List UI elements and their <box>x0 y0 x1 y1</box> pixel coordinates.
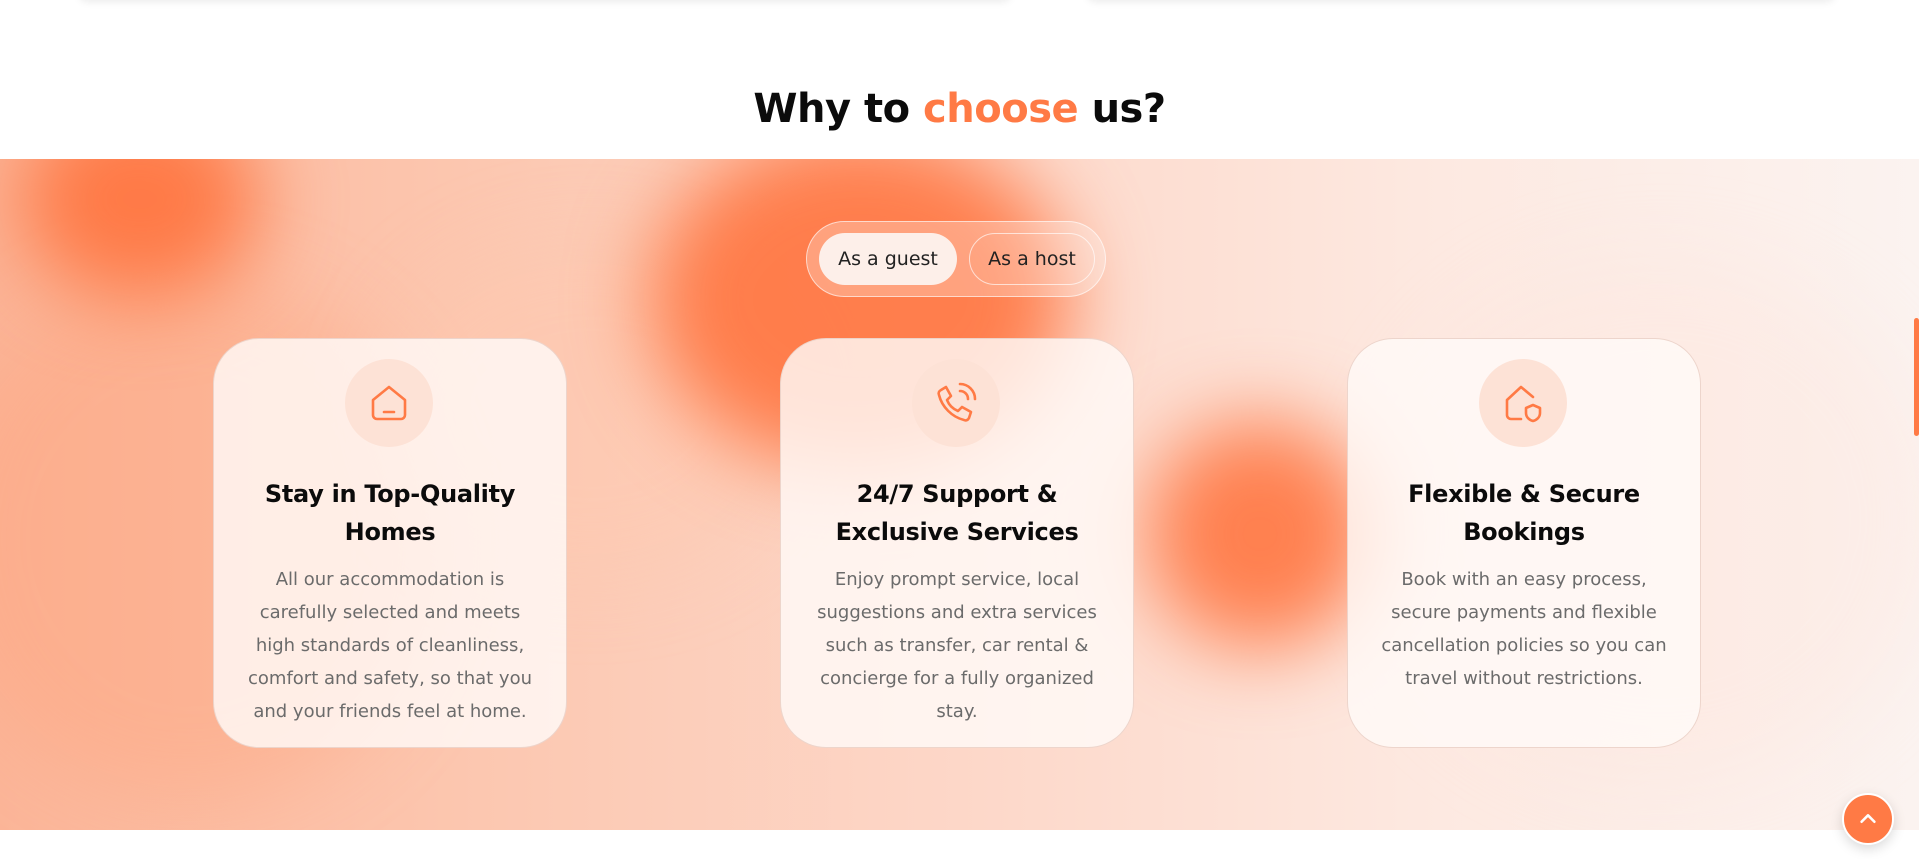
section-title: Why to choose us? <box>0 86 1919 132</box>
card-description: All our accommodation is carefully selec… <box>248 569 532 722</box>
title-prefix: Why to <box>753 86 924 132</box>
card-title: 24/7 Support & Exclusive Services <box>835 480 1079 546</box>
audience-toggle: As a guest As a host <box>806 221 1106 297</box>
card-title: Stay in Top-Quality Homes <box>264 480 516 546</box>
icon-badge <box>345 359 433 447</box>
title-suffix: us? <box>1078 86 1167 132</box>
feature-card-secure-bookings: Flexible & Secure Bookings Book with an … <box>1347 338 1701 748</box>
home-icon <box>371 385 407 421</box>
card-description: Enjoy prompt service, local suggestions … <box>817 569 1097 722</box>
card-description: Book with an easy process, secure paymen… <box>1381 569 1667 689</box>
as-host-button[interactable]: As a host <box>969 233 1095 285</box>
feature-card-quality-homes: Stay in Top-Quality Homes All our accomm… <box>213 338 567 748</box>
scrollbar-thumb[interactable] <box>1914 318 1919 436</box>
feature-card-support: 24/7 Support & Exclusive Services Enjoy … <box>780 338 1134 748</box>
background-glow <box>20 159 260 299</box>
icon-badge <box>912 359 1000 447</box>
as-guest-button[interactable]: As a guest <box>819 233 957 285</box>
icon-badge <box>1479 359 1567 447</box>
home-shield-icon <box>1505 385 1542 423</box>
chevron-up-icon <box>1860 814 1876 824</box>
scroll-to-top-button[interactable] <box>1842 793 1894 845</box>
phone-call-icon <box>937 382 977 422</box>
page: Why to choose us? As a guest As a host S… <box>0 0 1919 859</box>
background-glow <box>1145 419 1375 649</box>
card-title: Flexible & Secure Bookings <box>1408 480 1640 546</box>
title-accent: choose <box>923 86 1079 132</box>
